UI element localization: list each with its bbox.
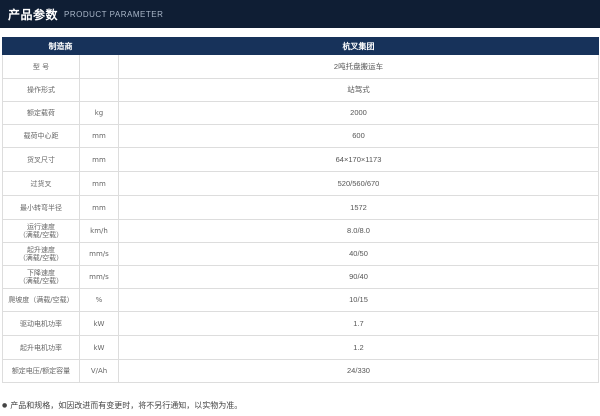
row-value: 24/330 [118,359,599,383]
row-unit: V/Ah [79,359,119,383]
row-value: 1572 [118,195,599,220]
table-row: 载荷中心距 mm 600 [2,124,599,148]
section-header: 产品参数 PRODUCT PARAMETER [0,0,600,28]
row-unit [79,78,119,102]
row-label: 货叉尺寸 [2,147,80,172]
row-label: 额定电压/额定容量 [2,359,80,383]
row-value: 600 [118,124,599,148]
row-unit: km/h [79,219,119,243]
table-row: 爬坡度（满载/空载）% 10/15 [2,288,599,312]
table-row: 过货叉 mm 520/560/670 [2,171,599,196]
row-label: 额定载荷 [2,101,80,125]
row-label: 爬坡度（满载/空载） [2,288,80,312]
row-unit: kW [79,335,119,360]
manufacturer-label: 制造商 [2,37,119,55]
row-value: 520/560/670 [118,171,599,196]
table-row: 最小转弯半径 mm 1572 [2,195,599,220]
table-row: 额定载荷 kg 2000 [2,101,599,125]
manufacturer-value: 杭叉集团 [118,37,599,55]
row-value: 64×170×1173 [118,147,599,172]
row-unit: kg [79,101,119,125]
footnote-text: 产品和规格，如因改进而有变更时，将不另行通知，以实物为准。 [10,401,243,410]
table-row: 额定电压/额定容量 V/Ah 24/330 [2,359,599,383]
row-label: 起升电机功率 [2,335,80,360]
row-label: 最小转弯半径 [2,195,80,220]
row-value: 站驾式 [118,78,599,102]
row-label: 运行速度 （满载/空载） [2,219,80,243]
table-row: 下降速度 （满载/空载） mm/s 90/40 [2,265,599,289]
section-title: 产品参数 [8,7,59,22]
row-label: 下降速度 （满载/空载） [2,265,80,289]
row-value: 2吨托盘搬运车 [118,54,599,79]
table-row: 货叉尺寸 mm 64×170×1173 [2,147,599,172]
row-unit: kW [79,311,119,336]
row-unit: % [79,288,119,312]
row-value: 90/40 [118,265,599,289]
footnote: ● 产品和规格，如因改进而有变更时，将不另行通知，以实物为准。 [2,400,242,411]
table-row: 驱动电机功率 kW 1.7 [2,311,599,336]
row-label: 型 号 [2,54,80,79]
row-value: 1.2 [118,335,599,360]
row-unit: mm [79,147,119,172]
row-value: 40/50 [118,242,599,266]
section-subtitle: PRODUCT PARAMETER [64,9,164,19]
row-unit: mm [79,171,119,196]
row-unit: mm/s [79,265,119,289]
row-unit: mm [79,124,119,148]
bullet-icon: ● [2,402,8,409]
row-value: 1.7 [118,311,599,336]
row-label: 驱动电机功率 [2,311,80,336]
table-row: 型 号 2吨托盘搬运车 [2,54,599,79]
table-row: 运行速度 （满载/空载） km/h 8.0/8.0 [2,219,599,243]
row-label: 载荷中心距 [2,124,80,148]
row-unit: mm [79,195,119,220]
row-unit: mm/s [79,242,119,266]
row-unit [79,54,119,79]
table-row: 操作形式 站驾式 [2,78,599,102]
table-header-row: 制造商 杭叉集团 [2,37,599,55]
spec-table: 制造商 杭叉集团 型 号 2吨托盘搬运车 操作形式 站驾式 额定载荷 kg 2000 载荷中心… [2,37,599,383]
table-row: 起升电机功率 kW 1.2 [2,335,599,360]
row-label: 起升速度 （满载/空载） [2,242,80,266]
table-row: 起升速度 （满载/空载） mm/s 40/50 [2,242,599,266]
row-label: 操作形式 [2,78,80,102]
row-label: 过货叉 [2,171,80,196]
row-value: 8.0/8.0 [118,219,599,243]
row-value: 10/15 [118,288,599,312]
row-value: 2000 [118,101,599,125]
product-parameter-page: 产品参数 PRODUCT PARAMETER 制造商 杭叉集团 型 号 2吨托盘搬… [0,0,600,416]
